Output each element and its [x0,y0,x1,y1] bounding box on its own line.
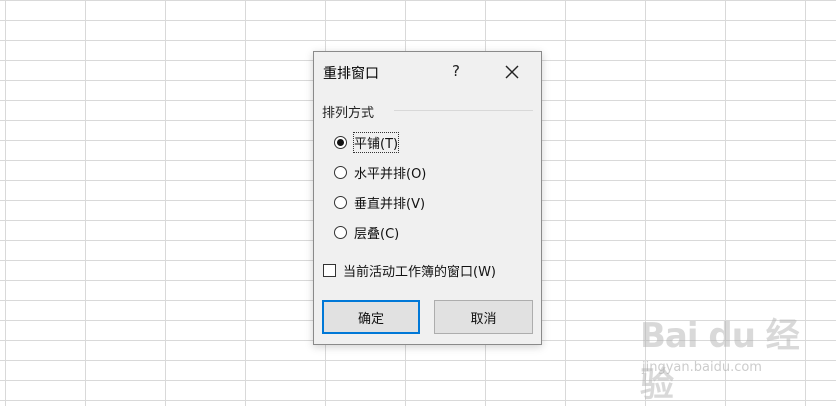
radio-option-tiled[interactable]: 平铺(T) [334,131,400,153]
ok-button[interactable]: 确定 [322,300,420,334]
radio-label-tiled: 平铺(T) [352,131,400,153]
cancel-button[interactable]: 取消 [434,300,533,334]
help-button[interactable]: ? [444,58,468,84]
active-workbook-checkbox-row[interactable]: 当前活动工作簿的窗口(W) [323,260,496,280]
active-workbook-checkbox[interactable] [323,263,336,277]
active-workbook-label: 当前活动工作簿的窗口(W) [343,264,496,280]
watermark-url: jingyan.baidu.com [642,360,762,375]
close-icon [505,65,519,79]
radio-option-horizontal[interactable]: 水平并排(O) [334,162,426,182]
dialog-titlebar[interactable]: 重排窗口 ? [314,52,541,90]
radio-button-vertical[interactable] [334,195,347,209]
radio-label-horizontal: 水平并排(O) [354,166,427,182]
radio-button-horizontal[interactable] [334,165,347,179]
radio-button-tiled[interactable] [334,135,347,149]
close-button[interactable] [500,60,524,84]
arrange-group-label: 排列方式 [322,106,375,121]
watermark-logo: Bai du 经验 [640,316,800,405]
radio-option-vertical[interactable]: 垂直并排(V) [334,192,425,212]
dialog-title: 重排窗口 [323,66,379,82]
radio-button-cascade[interactable] [334,225,347,239]
radio-label-cascade: 层叠(C) [354,226,400,242]
baidu-jingyan-watermark: Bai du 经验 jingyan.baidu.com [640,308,800,405]
group-divider [394,110,533,111]
arrange-windows-dialog: 重排窗口 ? 排列方式 平铺(T) 水平并排(O) 垂直并排(V) 层叠(C) … [313,51,542,345]
radio-option-cascade[interactable]: 层叠(C) [334,222,399,242]
radio-label-vertical: 垂直并排(V) [354,196,426,212]
